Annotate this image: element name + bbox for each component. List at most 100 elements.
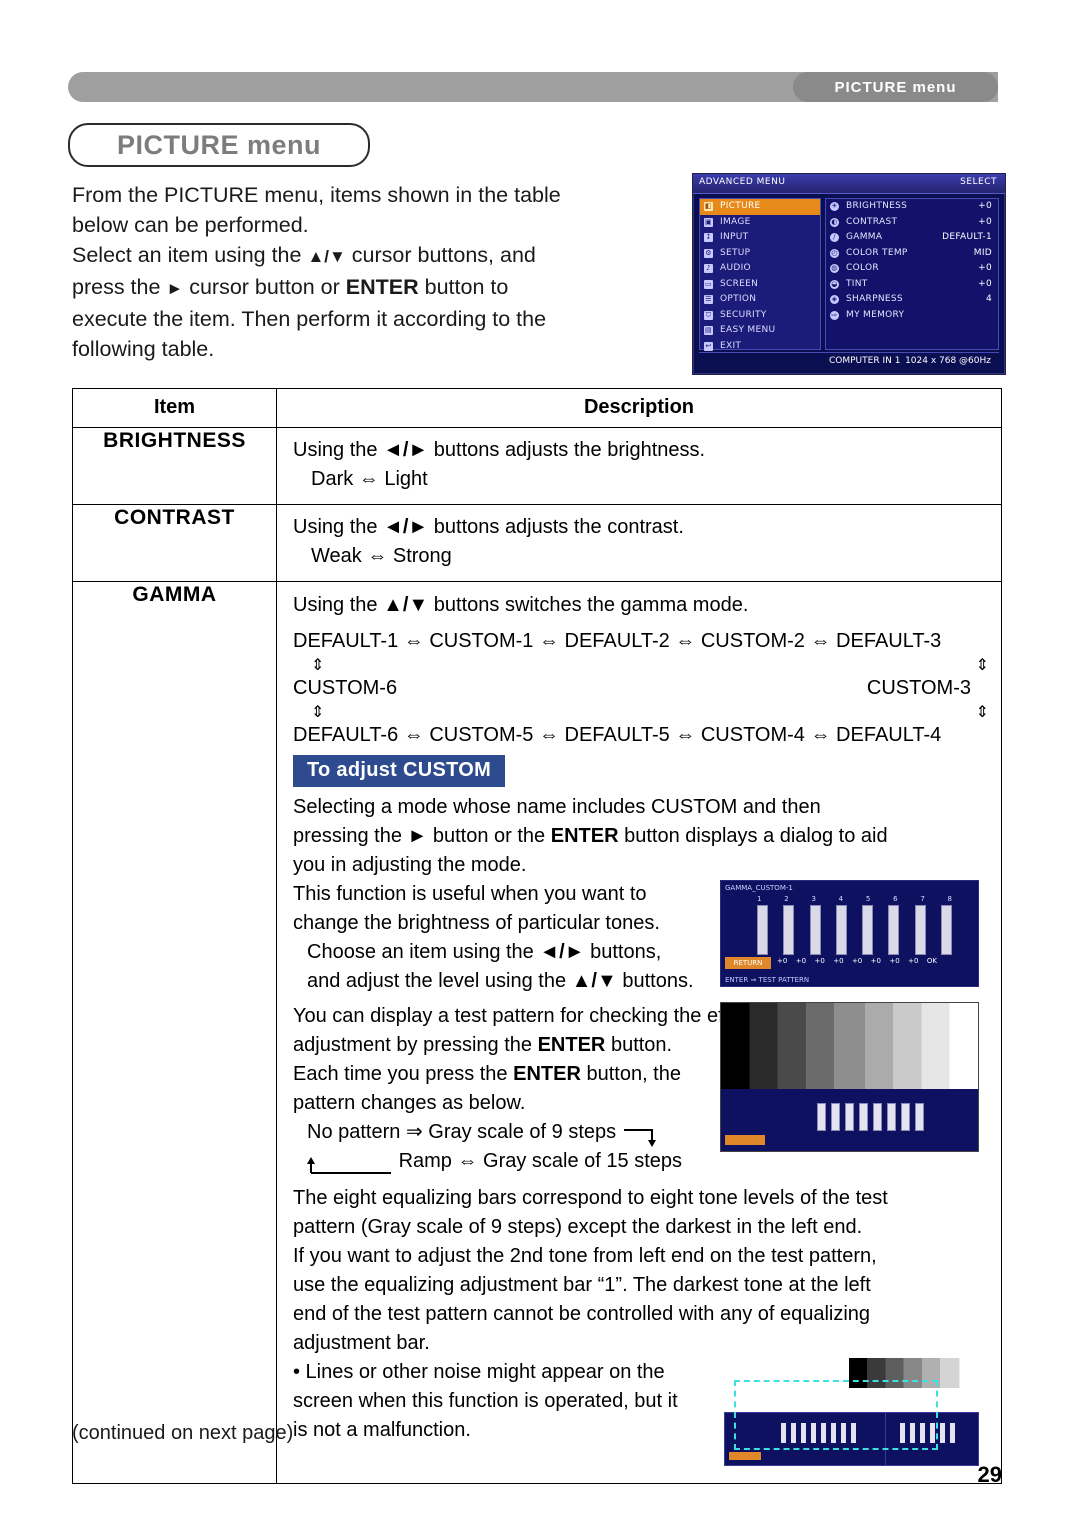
color-temp-icon: ◴	[830, 248, 839, 258]
osd-setting-brightness: ☀ BRIGHTNESS +0	[826, 199, 998, 215]
brightness-desc-line2: Dark ⇔ Light	[311, 468, 428, 490]
custom-p4-l4: pattern changes as below.	[293, 1092, 526, 1114]
osd-menu-item-option: ☰ OPTION	[700, 292, 820, 308]
equalizer-bar	[950, 1423, 955, 1443]
leftright-cursor-icon: ◄/►	[539, 941, 585, 963]
custom-p5-l5: end of the test pattern cannot be contro…	[293, 1303, 871, 1325]
gamma-text-block-4: • Lines or other noise might appear on t…	[293, 1358, 743, 1445]
text-fragment: button displays a dialog to aid	[618, 825, 888, 847]
text-fragment: Using the	[293, 439, 384, 461]
updown-arrow-right: ⇕	[975, 657, 989, 674]
osd-setting-color: ◍ COLOR +0	[826, 261, 998, 277]
equalizer-bar	[757, 905, 768, 955]
dialog-numbers: 1 2 3 4 5 6 7 8	[757, 895, 952, 903]
equalizer-bar	[835, 905, 847, 955]
shield-icon: ⛉	[704, 310, 713, 320]
gray-scale-gradient	[721, 1003, 978, 1089]
osd-menu-label: AUDIO	[720, 263, 751, 273]
running-header-label: PICTURE menu	[793, 72, 998, 102]
osd-title-left: ADVANCED MENU	[699, 177, 786, 187]
custom-p1-l1: Selecting a mode whose name includes CUS…	[293, 796, 821, 818]
text-fragment: Each time you press the	[293, 1063, 514, 1085]
text-fragment: and adjust the level using the	[307, 970, 572, 992]
noise-note-block: • Lines or other noise might appear on t…	[293, 1358, 989, 1473]
osd-menu-item-easy-menu: ▤ EASY MENU	[700, 323, 820, 339]
intro-line-6: following table.	[72, 337, 215, 361]
desc-contrast: Using the ◄/► buttons adjusts the contra…	[276, 504, 1002, 582]
dialog-number: 7	[920, 895, 925, 903]
intro-line-4: press the ► cursor button or ENTER butto…	[72, 272, 672, 304]
audio-icon: ♪	[704, 264, 713, 273]
custom-p6-l2: screen when this function is operated, b…	[293, 1390, 678, 1412]
osd-left-menu-list: ◧ PICTURE ▣ IMAGE ↧ INPUT ⚙ SETUP ♪ AUDIO ▭ SC…	[699, 198, 821, 351]
gamma-text-block-3: You can display a test pattern for check…	[293, 1002, 822, 1176]
gamma-cycle-row-2: CUSTOM-6 CUSTOM-3	[293, 677, 971, 700]
custom-p5-l6: adjustment bar.	[293, 1332, 430, 1354]
picture-icon: ◧	[704, 202, 713, 211]
equalizer-bar	[901, 1103, 910, 1131]
equalizer-bar	[809, 905, 821, 955]
osd-setting-value: +0	[978, 216, 992, 227]
custom-p4-l2: adjustment by pressing the ENTER button.	[293, 1031, 753, 1060]
right-cursor-icon: ►	[407, 825, 428, 847]
intro-line-3a: Select an item using the	[72, 243, 308, 267]
equalizer-bar	[859, 1103, 868, 1131]
desc-brightness: Using the ◄/► buttons adjusts the bright…	[276, 427, 1002, 505]
header-description: Description	[276, 388, 1002, 428]
custom-p5-l1: The eight equalizing bars correspond to …	[293, 1187, 888, 1209]
osd-setting-sharpness: ◈ SHARPNESS 4	[826, 292, 998, 308]
noise-example-screenshot	[722, 1358, 979, 1466]
dialog-number: 5	[865, 895, 871, 903]
enter-keyword: ENTER	[537, 1034, 606, 1056]
text-fragment: button.	[605, 1034, 673, 1056]
equalizer-bar	[940, 905, 952, 955]
gamma-icon: ∕	[830, 233, 839, 242]
osd-setting-label: GAMMA	[846, 232, 883, 242]
text-fragment: button or the	[427, 825, 551, 847]
enter-keyword: ENTER	[550, 825, 619, 847]
gamma-custom-3: CUSTOM-3	[866, 677, 971, 699]
dialog-number: 2	[784, 895, 789, 903]
intro-paragraph: From the PICTURE menu, items shown in th…	[72, 180, 672, 364]
intro-line-1: From the PICTURE menu, items shown in th…	[72, 183, 561, 207]
picture-menu-table: Item Description BRIGHTNESS Using the ◄/…	[72, 388, 1002, 1484]
dialog-value: +0	[908, 957, 919, 965]
contrast-desc-line2: Weak ⇔ Strong	[311, 545, 452, 567]
tint-icon: ◒	[830, 279, 839, 289]
osd-menu-label: IMAGE	[720, 216, 751, 227]
custom-p6-l3: is not a malfunction.	[293, 1419, 471, 1441]
osd-setting-contrast: ◐ CONTRAST +0	[826, 215, 998, 231]
dialog-return-button: RETURN	[725, 957, 771, 969]
contrast-icon: ◐	[830, 217, 839, 227]
dialog-number: 8	[947, 895, 952, 903]
continued-note: (continued on next page)	[72, 1422, 294, 1444]
updown-cursor-icon: ▲/▼	[571, 970, 617, 992]
osd-titlebar: ADVANCED MENU SELECT	[693, 174, 1005, 194]
table-row-gamma: GAMMA Using the ▲/▼ buttons switches the…	[72, 581, 1002, 1484]
osd-status-bar: COMPUTER IN 1 1024 x 768 @60Hz	[699, 352, 999, 369]
equalizer-bar	[914, 905, 926, 955]
osd-setting-value: +0	[978, 263, 992, 273]
pattern-cycle-line-1: No pattern ⇒ Gray scale of 9 steps	[293, 1118, 753, 1147]
osd-setting-value: 4	[985, 294, 992, 304]
running-header-bar: PICTURE menu	[68, 72, 998, 102]
page-title: PICTURE menu	[116, 129, 322, 160]
sharpness-icon: ◈	[830, 295, 839, 304]
osd-advanced-menu-screenshot: ADVANCED MENU SELECT ◧ PICTURE ▣ IMAGE ↧ IN…	[692, 173, 1006, 375]
easy-menu-icon: ▤	[704, 326, 713, 335]
table-header-row: Item Description	[72, 388, 1002, 428]
dialog-number: 4	[838, 895, 844, 903]
osd-setting-gamma: ∕ GAMMA DEFAULT-1	[826, 230, 998, 246]
text-fragment: adjustment by pressing the	[293, 1034, 538, 1056]
text-fragment: pressing the	[293, 825, 408, 847]
dialog-button-row: RETURN +0 +0 +0 +0 +0 +0 +0 +0 OK	[725, 957, 974, 970]
enter-keyword: ENTER	[345, 275, 419, 299]
input-icon: ↧	[704, 233, 713, 242]
custom-p5-l3: If you want to adjust the 2nd tone from …	[293, 1245, 877, 1267]
custom-p1-l3: you in adjusting the mode.	[293, 854, 527, 876]
osd-title-right: SELECT	[960, 177, 997, 187]
dialog-equalizer-bars	[757, 905, 952, 955]
intro-line-4b: cursor button or	[183, 275, 346, 299]
item-brightness: BRIGHTNESS	[72, 427, 277, 505]
custom-p6-l1: • Lines or other noise might appear on t…	[293, 1361, 665, 1383]
